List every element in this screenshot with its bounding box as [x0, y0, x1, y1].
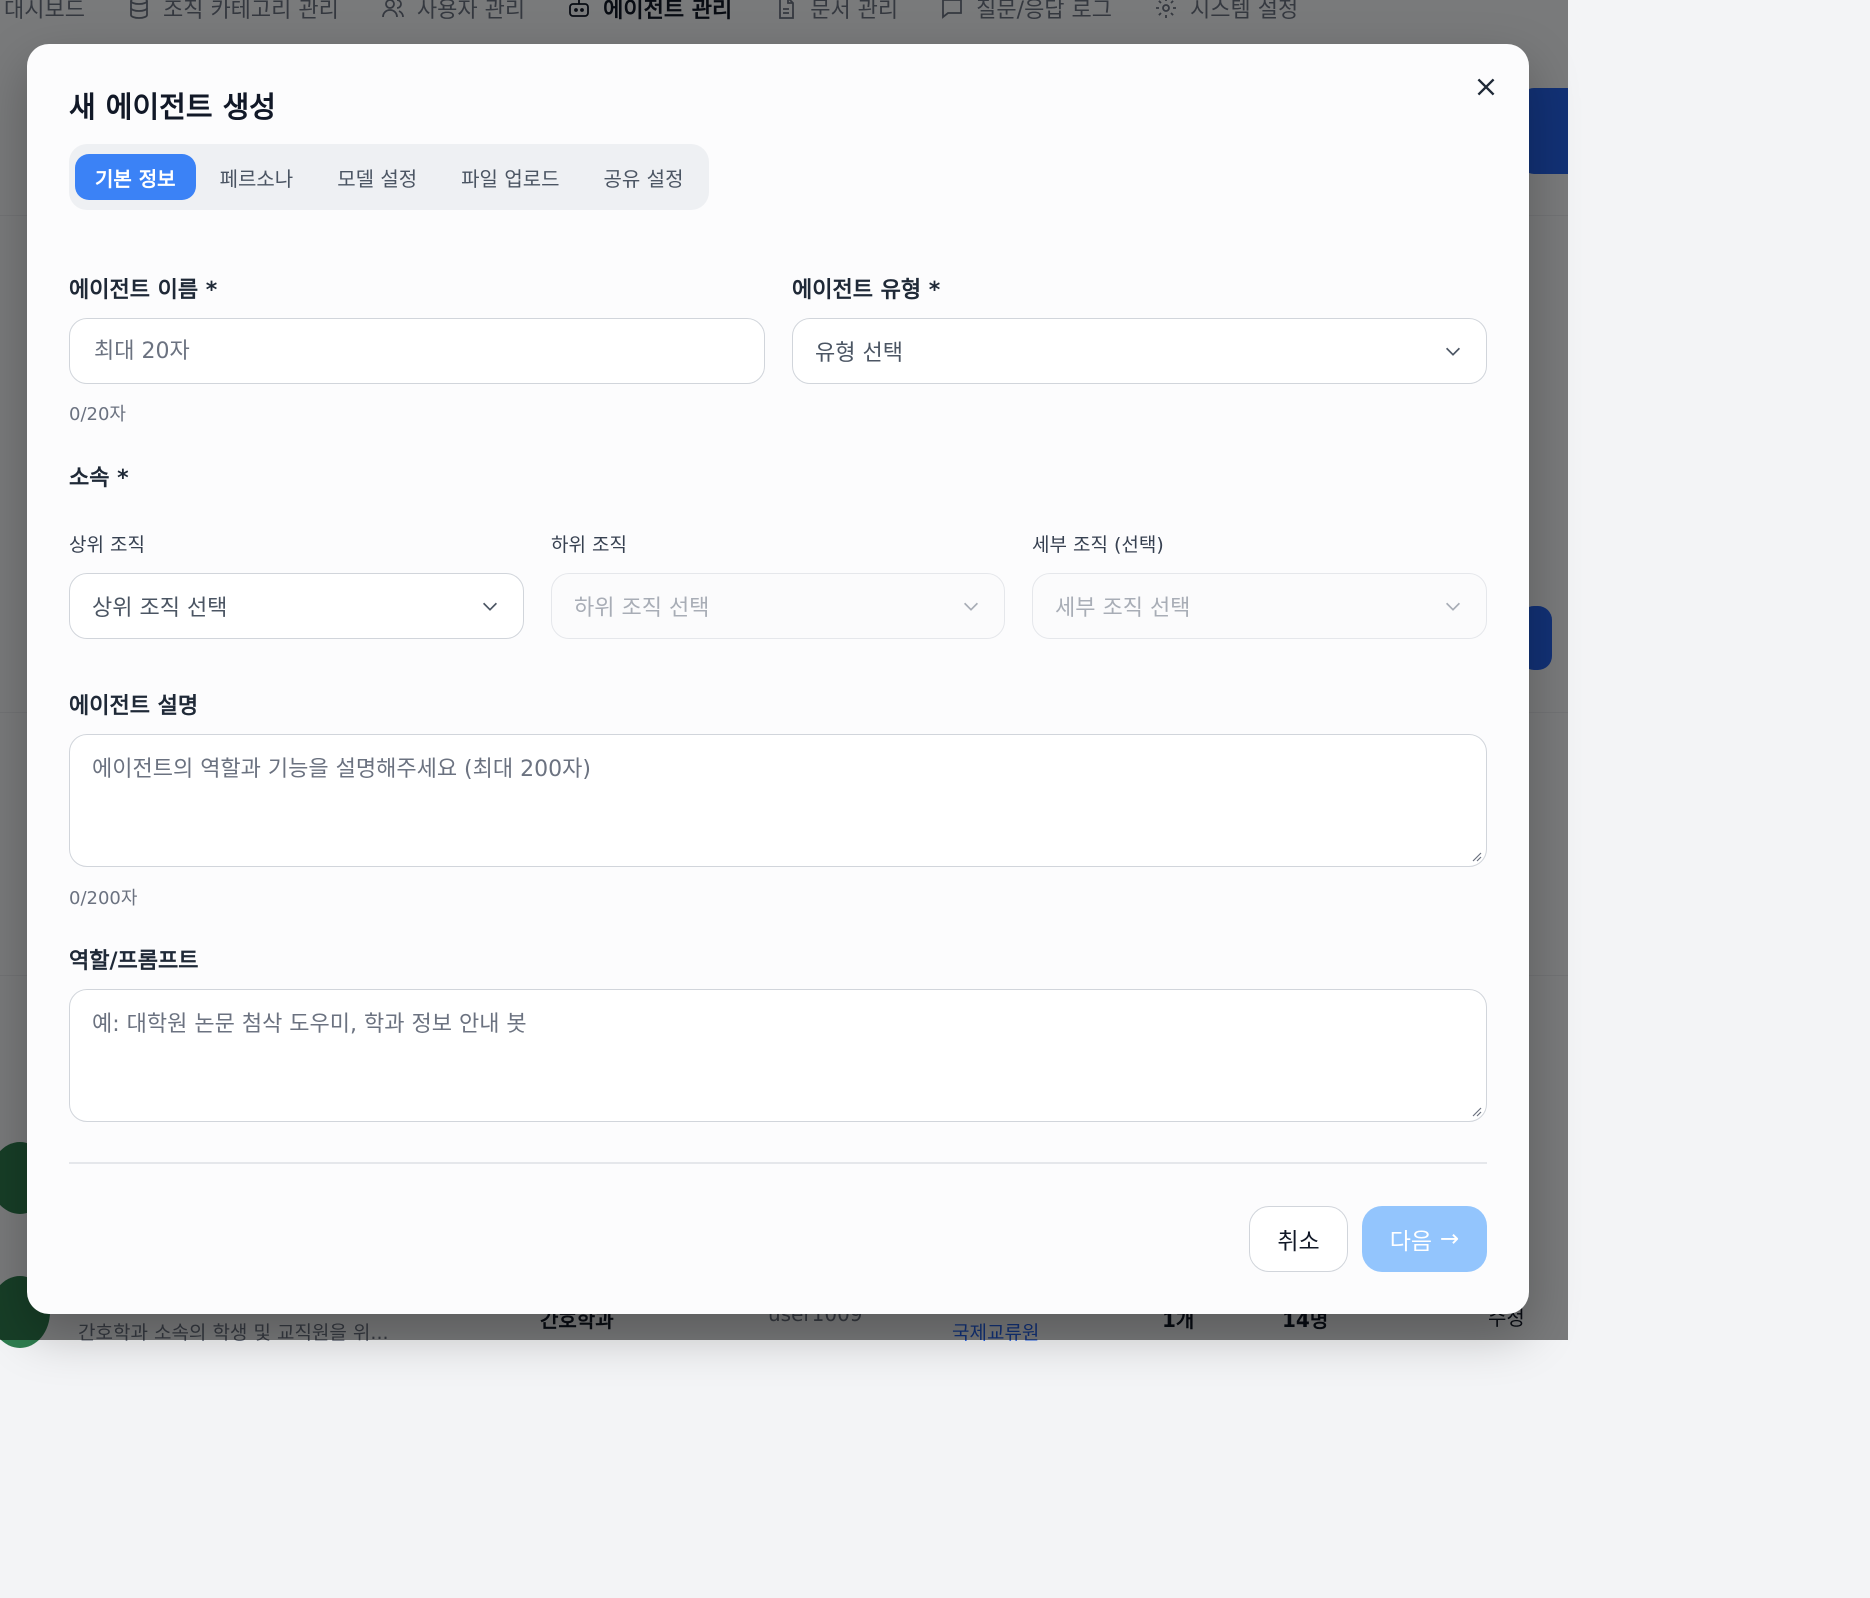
lower-org-label: 하위 조직 — [551, 534, 627, 556]
detail-org-select[interactable]: 세부 조직 선택 — [1032, 573, 1487, 639]
prompt-label: 역할/프롬프트 — [69, 949, 199, 974]
prompt-textarea[interactable]: 예: 대학원 논문 첨삭 도우미, 학과 정보 안내 봇 — [69, 989, 1487, 1122]
agent-type-select[interactable]: 유형 선택 — [792, 318, 1487, 384]
tab-file-upload[interactable]: 파일 업로드 — [441, 154, 579, 200]
lower-org-select[interactable]: 하위 조직 선택 — [551, 573, 1005, 639]
resize-handle-icon[interactable] — [1470, 850, 1482, 862]
detail-org-placeholder: 세부 조직 선택 — [1055, 596, 1191, 621]
next-button[interactable]: 다음 → — [1362, 1206, 1487, 1272]
chevron-down-icon — [1445, 347, 1461, 356]
agent-type-placeholder: 유형 선택 — [815, 341, 903, 366]
chevron-down-icon — [482, 602, 498, 611]
footer-divider — [69, 1162, 1487, 1164]
create-agent-modal: 새 에이전트 생성 기본 정보 페르소나 모델 설정 파일 업로드 공유 설정 … — [27, 44, 1529, 1314]
close-icon — [1477, 78, 1495, 96]
upper-org-label: 상위 조직 — [69, 534, 145, 556]
modal-title: 새 에이전트 생성 — [69, 90, 276, 124]
tab-bar: 기본 정보 페르소나 모델 설정 파일 업로드 공유 설정 — [69, 144, 710, 210]
description-label: 에이전트 설명 — [69, 694, 199, 719]
upper-org-select[interactable]: 상위 조직 선택 — [69, 573, 524, 639]
upper-org-placeholder: 상위 조직 선택 — [92, 596, 228, 621]
description-placeholder: 에이전트의 역할과 기능을 설명해주세요 (최대 200자) — [92, 757, 591, 782]
agent-name-input[interactable] — [92, 337, 742, 365]
next-button-label: 다음 — [1389, 1229, 1433, 1255]
cancel-button[interactable]: 취소 — [1249, 1206, 1348, 1272]
tab-share-settings[interactable]: 공유 설정 — [584, 154, 704, 200]
agent-name-counter: 0/20자 — [69, 404, 126, 425]
tab-model-settings[interactable]: 모델 설정 — [317, 154, 437, 200]
detail-org-label: 세부 조직 (선택) — [1032, 534, 1164, 556]
agent-name-field[interactable] — [69, 318, 765, 384]
prompt-placeholder: 예: 대학원 논문 첨삭 도우미, 학과 정보 안내 봇 — [92, 1012, 527, 1037]
chevron-down-icon — [1445, 602, 1461, 611]
chevron-down-icon — [963, 602, 979, 611]
resize-handle-icon[interactable] — [1470, 1105, 1482, 1117]
close-button[interactable] — [1473, 74, 1499, 100]
lower-org-placeholder: 하위 조직 선택 — [574, 596, 710, 621]
description-counter: 0/200자 — [69, 888, 138, 909]
description-textarea[interactable]: 에이전트의 역할과 기능을 설명해주세요 (최대 200자) — [69, 734, 1487, 867]
arrow-right-icon: → — [1440, 1226, 1460, 1252]
affiliation-label: 소속 * — [69, 466, 129, 491]
tab-basic-info[interactable]: 기본 정보 — [75, 154, 196, 200]
agent-type-label: 에이전트 유형 * — [792, 278, 941, 303]
tab-persona[interactable]: 페르소나 — [200, 154, 314, 200]
agent-name-label: 에이전트 이름 * — [69, 278, 218, 303]
